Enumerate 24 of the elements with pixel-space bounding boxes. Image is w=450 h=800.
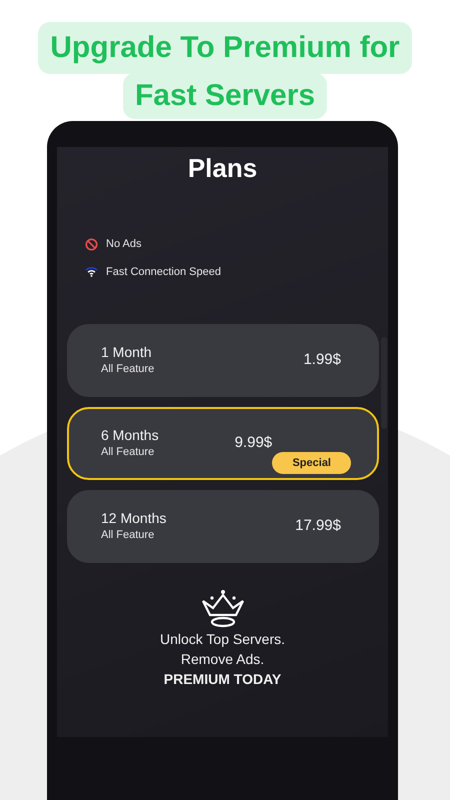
plan-price: 17.99$ — [295, 516, 341, 536]
plan-subtitle: All Feature — [101, 444, 156, 460]
feature-label: No Ads — [106, 237, 142, 252]
plan-card[interactable]: 6 Months All Feature 9.99$ Special — [67, 407, 379, 480]
plan-name: 12 Months — [101, 510, 166, 527]
headline: Fast Servers — [122, 73, 328, 119]
promo-text: Remove Ads. — [180, 650, 264, 669]
wifi-icon — [85, 266, 98, 278]
special-badge: Special — [272, 452, 351, 474]
plan-name: 1 Month — [101, 344, 153, 361]
no-ads-icon — [85, 238, 98, 251]
plan-card[interactable]: 1 Month All Feature 1.99$ — [67, 324, 379, 397]
feature-label: Fast Connection Speed — [106, 264, 221, 280]
plan-name: 6 Months — [101, 426, 159, 444]
crown-icon — [200, 589, 246, 629]
screen-title: Plans — [186, 152, 258, 185]
plan-subtitle: All Feature — [101, 362, 154, 377]
promo-text: Unlock Top Servers. — [160, 630, 285, 649]
plan-subtitle: All Feature — [101, 528, 156, 543]
promo-tagline: PREMIUM TODAY — [164, 670, 282, 689]
plan-price: 1.99$ — [303, 350, 341, 370]
plan-price: 9.99$ — [234, 433, 272, 454]
plan-card[interactable]: 12 Months All Feature 17.99$ — [67, 490, 379, 563]
headline: Upgrade To Premium for — [38, 22, 412, 74]
